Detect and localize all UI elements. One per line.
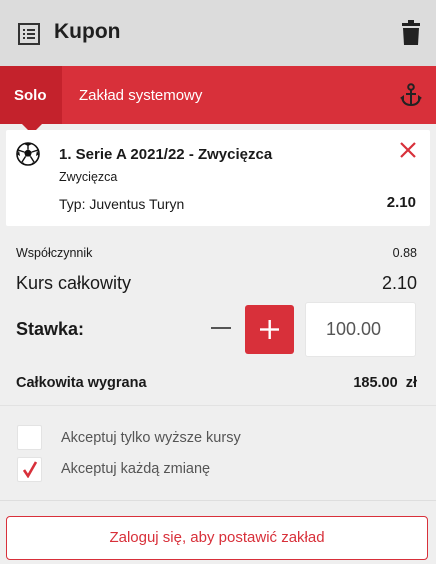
tab-system[interactable]: Zakład systemowy <box>79 87 202 104</box>
accept-higher-odds-label: Akceptuj tylko wyższe kursy <box>61 430 241 446</box>
accept-any-change-checkbox[interactable] <box>17 457 42 482</box>
stake-input[interactable] <box>305 302 416 357</box>
trash-icon[interactable] <box>400 20 422 46</box>
minus-icon[interactable] <box>209 316 233 340</box>
bet-selection-card: 1. Serie A 2021/22 - Zwycięzca Zwycięzca… <box>6 130 430 226</box>
bet-type-tabs: Solo Zakład systemowy <box>0 66 436 134</box>
coupon-title: Kupon <box>54 20 121 43</box>
pick-odd: 2.10 <box>386 194 416 211</box>
event-name: 1. Serie A 2021/22 - Zwycięzca <box>59 146 273 163</box>
divider <box>0 405 436 406</box>
increase-stake-button[interactable] <box>245 305 294 354</box>
total-win-label: Całkowita wygrana <box>16 375 147 391</box>
accept-any-change-label: Akceptuj każdą zmianę <box>61 461 211 477</box>
close-icon[interactable] <box>398 140 418 160</box>
soccer-ball-icon <box>16 142 40 166</box>
list-icon <box>18 23 40 45</box>
market-name: Zwycięzca <box>59 170 118 184</box>
tab-solo-label: Solo <box>14 87 47 104</box>
plus-icon <box>260 320 279 339</box>
pick-name: Typ: Juventus Turyn <box>59 196 185 212</box>
accept-higher-odds-checkbox[interactable] <box>17 425 42 450</box>
login-to-bet-button[interactable]: Zaloguj się, aby postawić zakład <box>6 516 428 560</box>
coupon-header: Kupon <box>0 0 436 66</box>
total-win-value: 185.00 zł <box>353 375 417 391</box>
coefficient-label: Współczynnik <box>16 246 93 260</box>
stake-label: Stawka: <box>16 319 85 339</box>
anchor-icon[interactable] <box>400 83 422 107</box>
separator <box>0 500 436 501</box>
coefficient-value: 0.88 <box>392 246 417 260</box>
tab-solo[interactable]: Solo <box>0 66 62 134</box>
checkmark-icon <box>22 461 38 478</box>
total-odds-label: Kurs całkowity <box>16 273 132 293</box>
total-odds-value: 2.10 <box>381 273 417 293</box>
